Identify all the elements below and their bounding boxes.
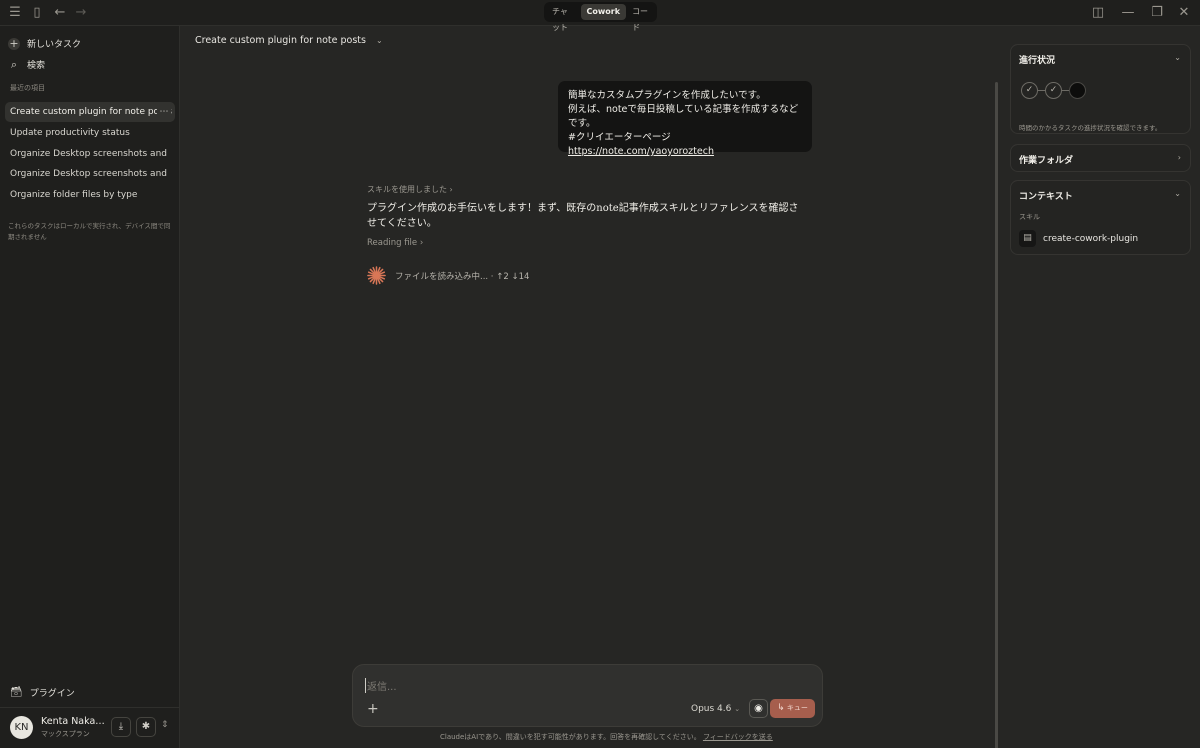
restore-icon[interactable]: ❐ xyxy=(1148,4,1166,22)
expand-chevron-icon[interactable]: ⇕ xyxy=(161,720,169,730)
tab-code[interactable]: コード xyxy=(626,4,655,32)
close-icon[interactable]: ✕ xyxy=(1175,4,1193,22)
more-options-icon[interactable]: ⋯ xyxy=(157,102,171,122)
disclaimer-text: ClaudeはAIであり、間違いを犯す可能性があります。回答を再確認してください… xyxy=(440,733,701,741)
check-icon: ✓ xyxy=(1021,82,1038,99)
menu-icon[interactable]: ☰ xyxy=(6,4,24,22)
chevron-down-icon[interactable]: ⌄ xyxy=(1174,53,1181,62)
download-icon[interactable]: ⤓ xyxy=(111,717,131,737)
chevron-down-icon: ⌄ xyxy=(375,36,383,45)
local-tasks-note: これらのタスクはローカルで実行され、デバイス間で同期されません xyxy=(8,222,171,241)
search-icon: ⌕ xyxy=(10,57,18,71)
new-task-button[interactable]: + 新しいタスク xyxy=(8,37,81,50)
bug-icon[interactable]: ✱ xyxy=(136,717,156,737)
user-message: 簡単なカスタムプラグインを作成したいです。 例えば、noteで毎日投稿している記… xyxy=(558,81,812,157)
panel-toggle-icon[interactable]: ◫ xyxy=(1089,4,1107,22)
sidebar-item-task[interactable]: Organize Desktop screenshots and xyxy=(5,144,175,164)
progress-title: 進行状況 xyxy=(1019,56,1056,66)
composer: 返信... + Opus 4.6 ⌄ ◉ ↳ キュー xyxy=(352,664,823,727)
user-profile[interactable]: KN Kenta Nakam... マックスプラン ⤓ ✱ ⇕ xyxy=(0,708,180,748)
back-arrow-icon[interactable]: ← xyxy=(51,4,69,22)
enter-arrow-icon: ↳ xyxy=(777,703,785,713)
sidebar-item-task[interactable]: Organize folder files by type xyxy=(5,185,175,205)
queue-button[interactable]: ↳ キュー xyxy=(770,699,815,718)
sidebar-item-task[interactable]: Update productivity status xyxy=(5,123,175,143)
sidebar-item-label: Create custom plugin for note posts xyxy=(10,107,172,117)
user-message-line: 簡単なカスタムプラグインを作成したいです。 xyxy=(568,90,766,101)
claude-spark-icon xyxy=(367,266,386,285)
reading-file-toggle[interactable]: Reading file › xyxy=(367,238,423,248)
loading-indicator: ファイルを読み込み中... · ↑2 ↓14 xyxy=(367,266,529,285)
context-card: コンテキスト ⌄ スキル ▤ create-cowork-plugin xyxy=(1010,180,1191,255)
queue-label: キュー xyxy=(786,704,808,712)
chevron-right-icon: › xyxy=(449,185,453,194)
main-content: Create custom plugin for note posts ⌄ 簡単… xyxy=(181,26,1001,748)
model-selector[interactable]: Opus 4.6 ⌄ xyxy=(691,704,740,714)
chevron-down-icon[interactable]: ⌄ xyxy=(1174,189,1181,198)
plugins-label: プラグイン xyxy=(29,689,75,699)
loading-status: ファイルを読み込み中... · ↑2 ↓14 xyxy=(395,271,530,282)
right-panel: 進行状況 ⌄ ✓ ✓ 時間のかかるタスクの進捗状況を確認できます。 作業フォルダ… xyxy=(1001,26,1200,748)
skill-name: create-cowork-plugin xyxy=(1043,233,1139,244)
title-bar: ☰ ▯ ← → チャット Cowork コード ◫ — ❐ ✕ xyxy=(0,0,1200,32)
skills-label: スキル xyxy=(1019,213,1040,221)
progress-steps: ✓ ✓ xyxy=(1021,82,1086,99)
check-icon: ✓ xyxy=(1045,82,1062,99)
chevron-right-icon: › xyxy=(419,238,424,248)
step-pending-icon xyxy=(1069,82,1086,99)
context-title: コンテキスト xyxy=(1019,192,1073,202)
work-folder-card[interactable]: 作業フォルダ › xyxy=(1010,144,1191,172)
assistant-message: プラグイン作成のお手伝いをします！まず、既存のnote記事作成スキルとリファレン… xyxy=(367,203,799,229)
attach-plus-icon[interactable]: + xyxy=(367,701,379,717)
task-title-dropdown[interactable]: Create custom plugin for note posts ⌄ xyxy=(195,35,383,46)
search-button[interactable]: ⌕ 検索 xyxy=(8,58,45,71)
sidebar-item-label: Organize Desktop screenshots and xyxy=(10,149,167,159)
reading-file-label: Reading file xyxy=(367,238,418,248)
user-message-line: #クリイエーターページ xyxy=(568,132,671,143)
scrollbar[interactable] xyxy=(995,82,998,748)
reply-input[interactable]: 返信... xyxy=(365,678,397,693)
minimize-icon[interactable]: — xyxy=(1119,4,1137,22)
recent-section-label: 最近の項目 xyxy=(10,84,45,92)
progress-card: 進行状況 ⌄ ✓ ✓ 時間のかかるタスクの進捗状況を確認できます。 xyxy=(1010,44,1191,134)
step-connector xyxy=(1062,90,1069,91)
user-message-line: 例えば、noteで毎日投稿している記事を作成するなどです。 xyxy=(568,104,799,129)
forward-arrow-icon[interactable]: → xyxy=(72,4,90,22)
record-icon[interactable]: ◉ xyxy=(749,699,768,718)
briefcase-icon: 🗃 xyxy=(10,687,23,698)
plugins-button[interactable]: 🗃 プラグイン xyxy=(10,686,75,699)
avatar[interactable]: KN xyxy=(10,716,33,739)
step-connector xyxy=(1038,90,1045,91)
skill-used-toggle[interactable]: スキルを使用しました › xyxy=(367,184,453,195)
user-plan: マックスプラン xyxy=(41,730,90,738)
model-name: Opus 4.6 xyxy=(691,704,732,714)
sidebar: + 新しいタスク ⌕ 検索 最近の項目 Create custom plugin… xyxy=(0,26,180,748)
plus-icon: + xyxy=(8,36,20,50)
mode-switcher: チャット Cowork コード xyxy=(544,2,657,32)
sidebar-item-label: Organize folder files by type xyxy=(10,190,138,200)
search-label: 検索 xyxy=(27,61,46,71)
sidebar-item-task[interactable]: Create custom plugin for note posts ⋯ xyxy=(5,102,175,122)
sidebar-toggle-icon[interactable]: ▯ xyxy=(28,4,46,22)
sidebar-item-label: Organize Desktop screenshots and xyxy=(10,169,167,179)
progress-description: 時間のかかるタスクの進捗状況を確認できます。 xyxy=(1019,124,1162,132)
chevron-down-icon: ⌄ xyxy=(734,705,741,713)
skill-used-label: スキルを使用しました xyxy=(367,185,447,194)
disclaimer: ClaudeはAIであり、間違いを犯す可能性があります。回答を再確認してください… xyxy=(440,732,773,742)
skill-item[interactable]: ▤ create-cowork-plugin xyxy=(1019,230,1138,247)
chevron-right-icon: › xyxy=(1177,153,1181,162)
feedback-link[interactable]: フィードバックを送る xyxy=(703,733,773,741)
document-icon: ▤ xyxy=(1019,230,1036,247)
tab-cowork[interactable]: Cowork xyxy=(580,4,627,20)
user-name: Kenta Nakam... xyxy=(41,716,111,727)
new-task-label: 新しいタスク xyxy=(27,40,82,50)
sidebar-item-task[interactable]: Organize Desktop screenshots and xyxy=(5,164,175,184)
plugins-section: 🗃 プラグイン xyxy=(0,680,180,708)
tab-chat[interactable]: チャット xyxy=(546,4,581,32)
sidebar-item-label: Update productivity status xyxy=(10,128,130,138)
user-message-link[interactable]: https://note.com/yaoyoroztech xyxy=(568,145,802,159)
task-title: Create custom plugin for note posts xyxy=(195,35,366,46)
work-folder-title: 作業フォルダ xyxy=(1019,156,1074,166)
